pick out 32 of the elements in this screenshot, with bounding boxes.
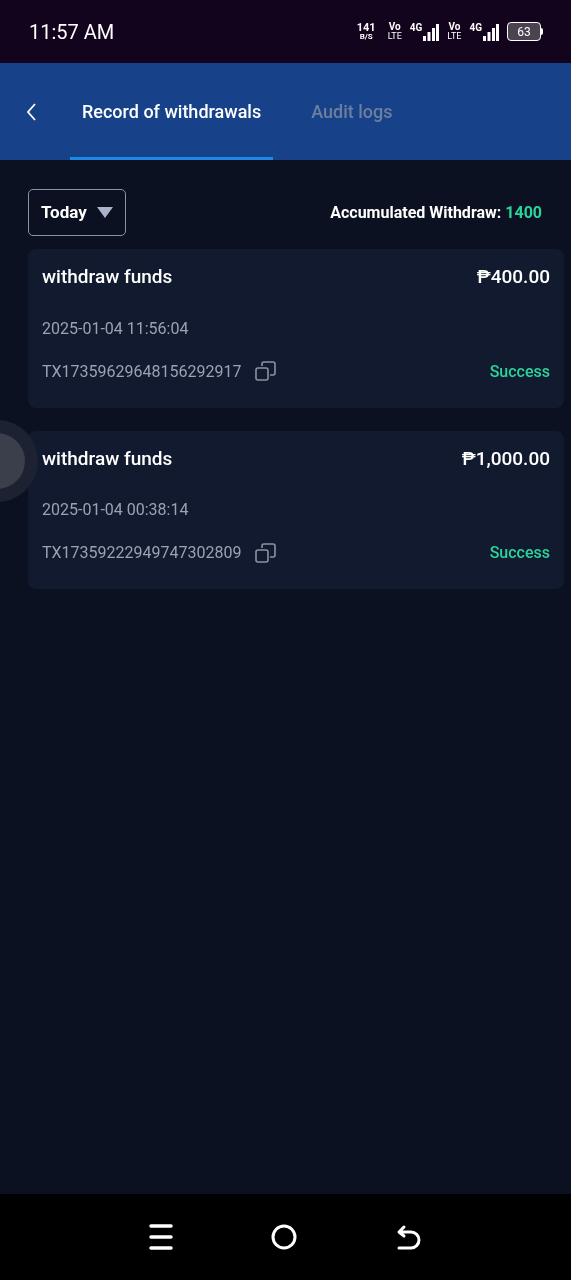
network-speed: 141 [356,22,376,33]
signal-icon [483,22,499,41]
battery-icon: 63 [507,22,541,41]
caret-icon [96,207,113,218]
record-time: 2025-01-04 11:56:04 [42,317,190,340]
record-amount: ₱400.00 [476,264,550,290]
copy-icon[interactable] [255,361,277,382]
volte-label: LTE [447,32,462,41]
back-icon[interactable] [395,1224,422,1250]
status-time: 11:57 AM [29,18,115,46]
volte-label: Vo [388,22,401,32]
signal-icon [423,22,440,41]
accumulated-withdraw: Accumulated Withdraw: 1400 [330,201,542,224]
record-title: withdraw funds [42,445,173,472]
network-type: 4G [409,22,423,33]
network-type: 4G [469,22,482,33]
record-amount: ₱1,000.00 [461,445,550,472]
home-icon[interactable] [271,1224,298,1250]
tab[interactable]: Record of withdrawals [70,63,274,160]
volte-label: Vo [448,22,461,32]
date-filter-dropdown[interactable]: Today [28,189,126,236]
transaction-id: TX17359629648156292917 [42,360,242,383]
network-speed-unit: B/S [359,33,373,41]
transaction-id: TX17359222949747302809 [42,542,242,564]
copy-icon[interactable] [255,542,277,564]
record-status: Success [489,542,550,564]
back-icon[interactable] [27,102,37,121]
record-status: Success [489,360,550,383]
record-title: withdraw funds [42,264,173,290]
menu-icon[interactable] [149,1224,174,1250]
record-time: 2025-01-04 00:38:14 [42,499,190,521]
volte-label: LTE [387,32,402,41]
